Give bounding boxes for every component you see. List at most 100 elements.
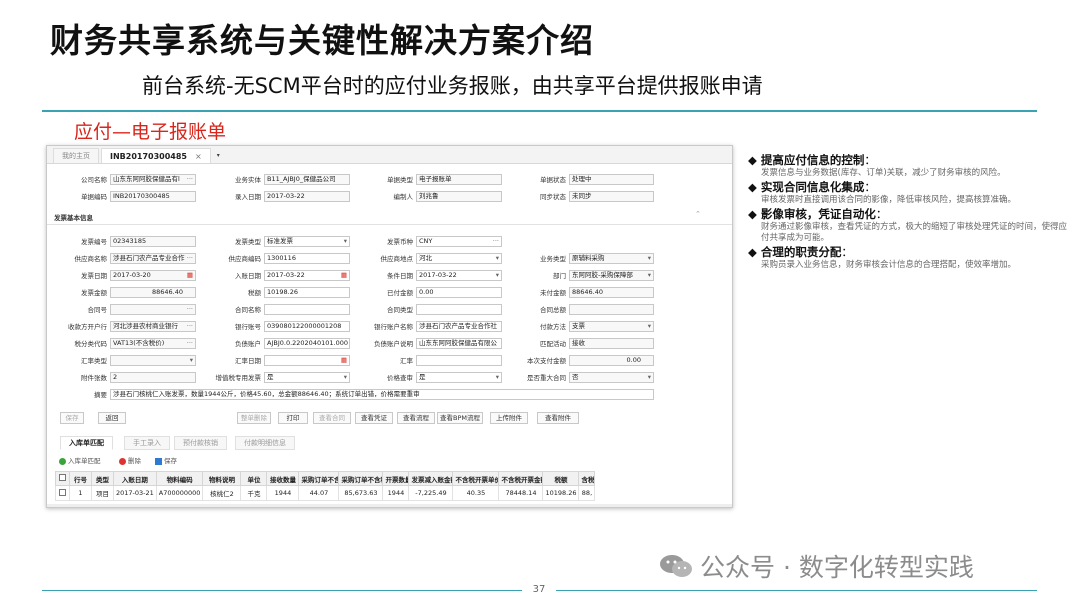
bankno-field[interactable]: 039080122000001208 bbox=[264, 321, 350, 332]
pricecheck-field[interactable]: 是 ▾ bbox=[416, 372, 502, 383]
column-header[interactable]: 税额 bbox=[542, 471, 580, 486]
cdate-field[interactable]: 2017-03-22 ▾ bbox=[416, 270, 502, 281]
chevron-down-icon[interactable]: ▾ bbox=[190, 356, 193, 365]
debtdesc-field[interactable]: 山东东阿阿胶保健品有限公 bbox=[416, 338, 502, 349]
chevron-down-icon[interactable]: ▾ bbox=[496, 254, 499, 263]
major-field[interactable]: 否 ▾ bbox=[569, 372, 654, 383]
save-tool[interactable]: 保存 bbox=[155, 455, 177, 465]
unpaid-field[interactable]: 88646.40 bbox=[569, 287, 654, 298]
view-voucher-button[interactable]: 查看凭证 bbox=[355, 412, 393, 424]
cname-field[interactable] bbox=[264, 304, 350, 315]
match-field[interactable]: 接收 bbox=[569, 338, 654, 349]
back-button[interactable]: 返回 bbox=[98, 412, 126, 424]
doctype-field[interactable]: 电子报账单 bbox=[416, 174, 502, 185]
tab-home[interactable]: 我的主页 bbox=[53, 148, 99, 163]
view-contract-button[interactable]: 查看合同 bbox=[313, 412, 351, 424]
add-tool[interactable]: 入库单匹配 bbox=[59, 455, 101, 465]
chevron-down-icon[interactable]: ▾ bbox=[217, 148, 220, 163]
account-field[interactable]: 涉县石门农产品专业合作社 bbox=[416, 321, 502, 332]
lookup-icon[interactable]: ··· bbox=[187, 322, 193, 331]
column-header[interactable]: 不含税开票金额 bbox=[498, 471, 544, 486]
vcode-field[interactable]: 1300116 bbox=[264, 253, 350, 264]
table-row[interactable]: 1 项目 2017-03-21 A700000000 核桃仁2 千克 1944 44.07 85… bbox=[55, 485, 596, 501]
view-attach-button[interactable]: 查看附件 bbox=[537, 412, 579, 424]
bank-field[interactable]: 河北涉县农村商业银行 ··· bbox=[110, 321, 196, 332]
ctype-field[interactable] bbox=[416, 304, 502, 315]
lookup-icon[interactable]: ··· bbox=[493, 237, 499, 246]
subtab-receipt-match[interactable]: 入库单匹配 bbox=[60, 436, 113, 450]
column-header[interactable]: 类型 bbox=[91, 471, 114, 486]
column-header[interactable]: 行号 bbox=[69, 471, 92, 486]
rate-date-field[interactable]: ▦ bbox=[264, 355, 350, 366]
column-header[interactable]: 采购订单不含税单价 bbox=[298, 471, 340, 486]
taxcode-field[interactable]: VAT13(不含税价) ··· bbox=[110, 338, 196, 349]
ctotal-field[interactable] bbox=[569, 304, 654, 315]
type-field[interactable]: 标准发票 ▾ bbox=[264, 236, 350, 247]
subtab-prepay[interactable]: 预付款核销 bbox=[174, 436, 227, 450]
subtab-manual[interactable]: 手工录入 bbox=[124, 436, 170, 450]
tax-field[interactable]: 10198.26 bbox=[264, 287, 350, 298]
vplace-field[interactable]: 河北 ▾ bbox=[416, 253, 502, 264]
contract-field[interactable]: ··· bbox=[110, 304, 196, 315]
entity-field[interactable]: B11_AJBJ0_保健品公司 bbox=[264, 174, 350, 185]
docno-field[interactable]: INB20170300485 bbox=[110, 191, 196, 202]
select-all-checkbox[interactable] bbox=[59, 474, 66, 481]
btype-field[interactable]: 原辅料采购 ▾ bbox=[569, 253, 654, 264]
delete-all-button[interactable]: 整单删除 bbox=[237, 412, 271, 424]
column-header[interactable]: 含税 bbox=[578, 471, 596, 486]
no-field[interactable]: 02343185 bbox=[110, 236, 196, 247]
attach-field[interactable]: 2 bbox=[110, 372, 196, 383]
dept-field[interactable]: 东阿阿胶-采购保障部 ▾ bbox=[569, 270, 654, 281]
column-header[interactable]: 入账日期 bbox=[113, 471, 157, 486]
status-field[interactable]: 处理中 bbox=[569, 174, 654, 185]
lookup-icon[interactable]: ··· bbox=[187, 254, 193, 263]
rate-field[interactable] bbox=[416, 355, 502, 366]
paid-field[interactable]: 0.00 bbox=[416, 287, 502, 298]
upload-button[interactable]: 上传附件 bbox=[490, 412, 528, 424]
chevron-down-icon[interactable]: ▾ bbox=[648, 322, 651, 331]
chevron-down-icon[interactable]: ▾ bbox=[648, 254, 651, 263]
print-button[interactable]: 打印 bbox=[278, 412, 308, 424]
collapse-icon[interactable]: ⌃ bbox=[695, 210, 701, 218]
view-flow-button[interactable]: 查看流程 bbox=[397, 412, 435, 424]
vname-field[interactable]: 涉县石门农产品专业合作 ··· bbox=[110, 253, 196, 264]
chevron-down-icon[interactable]: ▾ bbox=[496, 373, 499, 382]
summary-field[interactable]: 涉县石门核桃仁入账发票，数量1944公斤，价格45.60，总金额88646.40… bbox=[110, 389, 654, 400]
amount-field[interactable]: 88646.40 bbox=[110, 287, 196, 298]
thispay-field[interactable]: 0.00 bbox=[569, 355, 654, 366]
vatspecial-field[interactable]: 是 ▾ bbox=[264, 372, 350, 383]
entrydate-field[interactable]: 2017-03-22 bbox=[264, 191, 350, 202]
column-header[interactable]: 物料编码 bbox=[155, 471, 204, 486]
column-header[interactable]: 采购订单不含税金额 bbox=[338, 471, 384, 486]
sync-field[interactable]: 未同步 bbox=[569, 191, 654, 202]
lookup-icon[interactable]: ··· bbox=[187, 339, 193, 348]
column-header[interactable]: 开票数量 bbox=[382, 471, 410, 486]
cur-field[interactable]: CNY ··· bbox=[416, 236, 502, 247]
subtab-paydetail[interactable]: 付款明细信息 bbox=[235, 436, 295, 450]
chevron-down-icon[interactable]: ▾ bbox=[648, 271, 651, 280]
debt-field[interactable]: AJBJ0.0.2202040101.000 bbox=[264, 338, 350, 349]
rate-type-field[interactable]: ▾ bbox=[110, 355, 196, 366]
column-header[interactable]: 不含税开票单价 bbox=[452, 471, 500, 486]
column-header[interactable]: 单位 bbox=[240, 471, 268, 486]
column-header[interactable]: 发票减入账金额差异 bbox=[408, 471, 454, 486]
calendar-icon[interactable]: ▦ bbox=[187, 271, 193, 280]
idate-field[interactable]: 2017-03-20 ▦ bbox=[110, 270, 196, 281]
chevron-down-icon[interactable]: ▾ bbox=[496, 271, 499, 280]
paymethod-field[interactable]: 支票 ▾ bbox=[569, 321, 654, 332]
save-button[interactable]: 保存 bbox=[60, 412, 84, 424]
horizontal-scrollbar[interactable] bbox=[47, 504, 732, 507]
lookup-icon[interactable]: ··· bbox=[187, 305, 193, 314]
delete-tool[interactable]: 删除 bbox=[119, 455, 141, 465]
column-header[interactable] bbox=[55, 471, 70, 486]
tab-document[interactable]: INB20170300485 × bbox=[101, 148, 211, 163]
column-header[interactable]: 物料说明 bbox=[202, 471, 242, 486]
close-icon[interactable]: × bbox=[195, 152, 202, 161]
indate-field[interactable]: 2017-03-22 ▦ bbox=[264, 270, 350, 281]
row-checkbox[interactable] bbox=[59, 488, 66, 496]
view-bpm-button[interactable]: 查看BPM流程 bbox=[437, 412, 483, 424]
lookup-icon[interactable]: ··· bbox=[187, 175, 193, 184]
column-header[interactable]: 接收数量 bbox=[266, 471, 300, 486]
company-field[interactable]: 山东东阿阿胶保健品有l ··· bbox=[110, 174, 196, 185]
chevron-down-icon[interactable]: ▾ bbox=[648, 373, 651, 382]
